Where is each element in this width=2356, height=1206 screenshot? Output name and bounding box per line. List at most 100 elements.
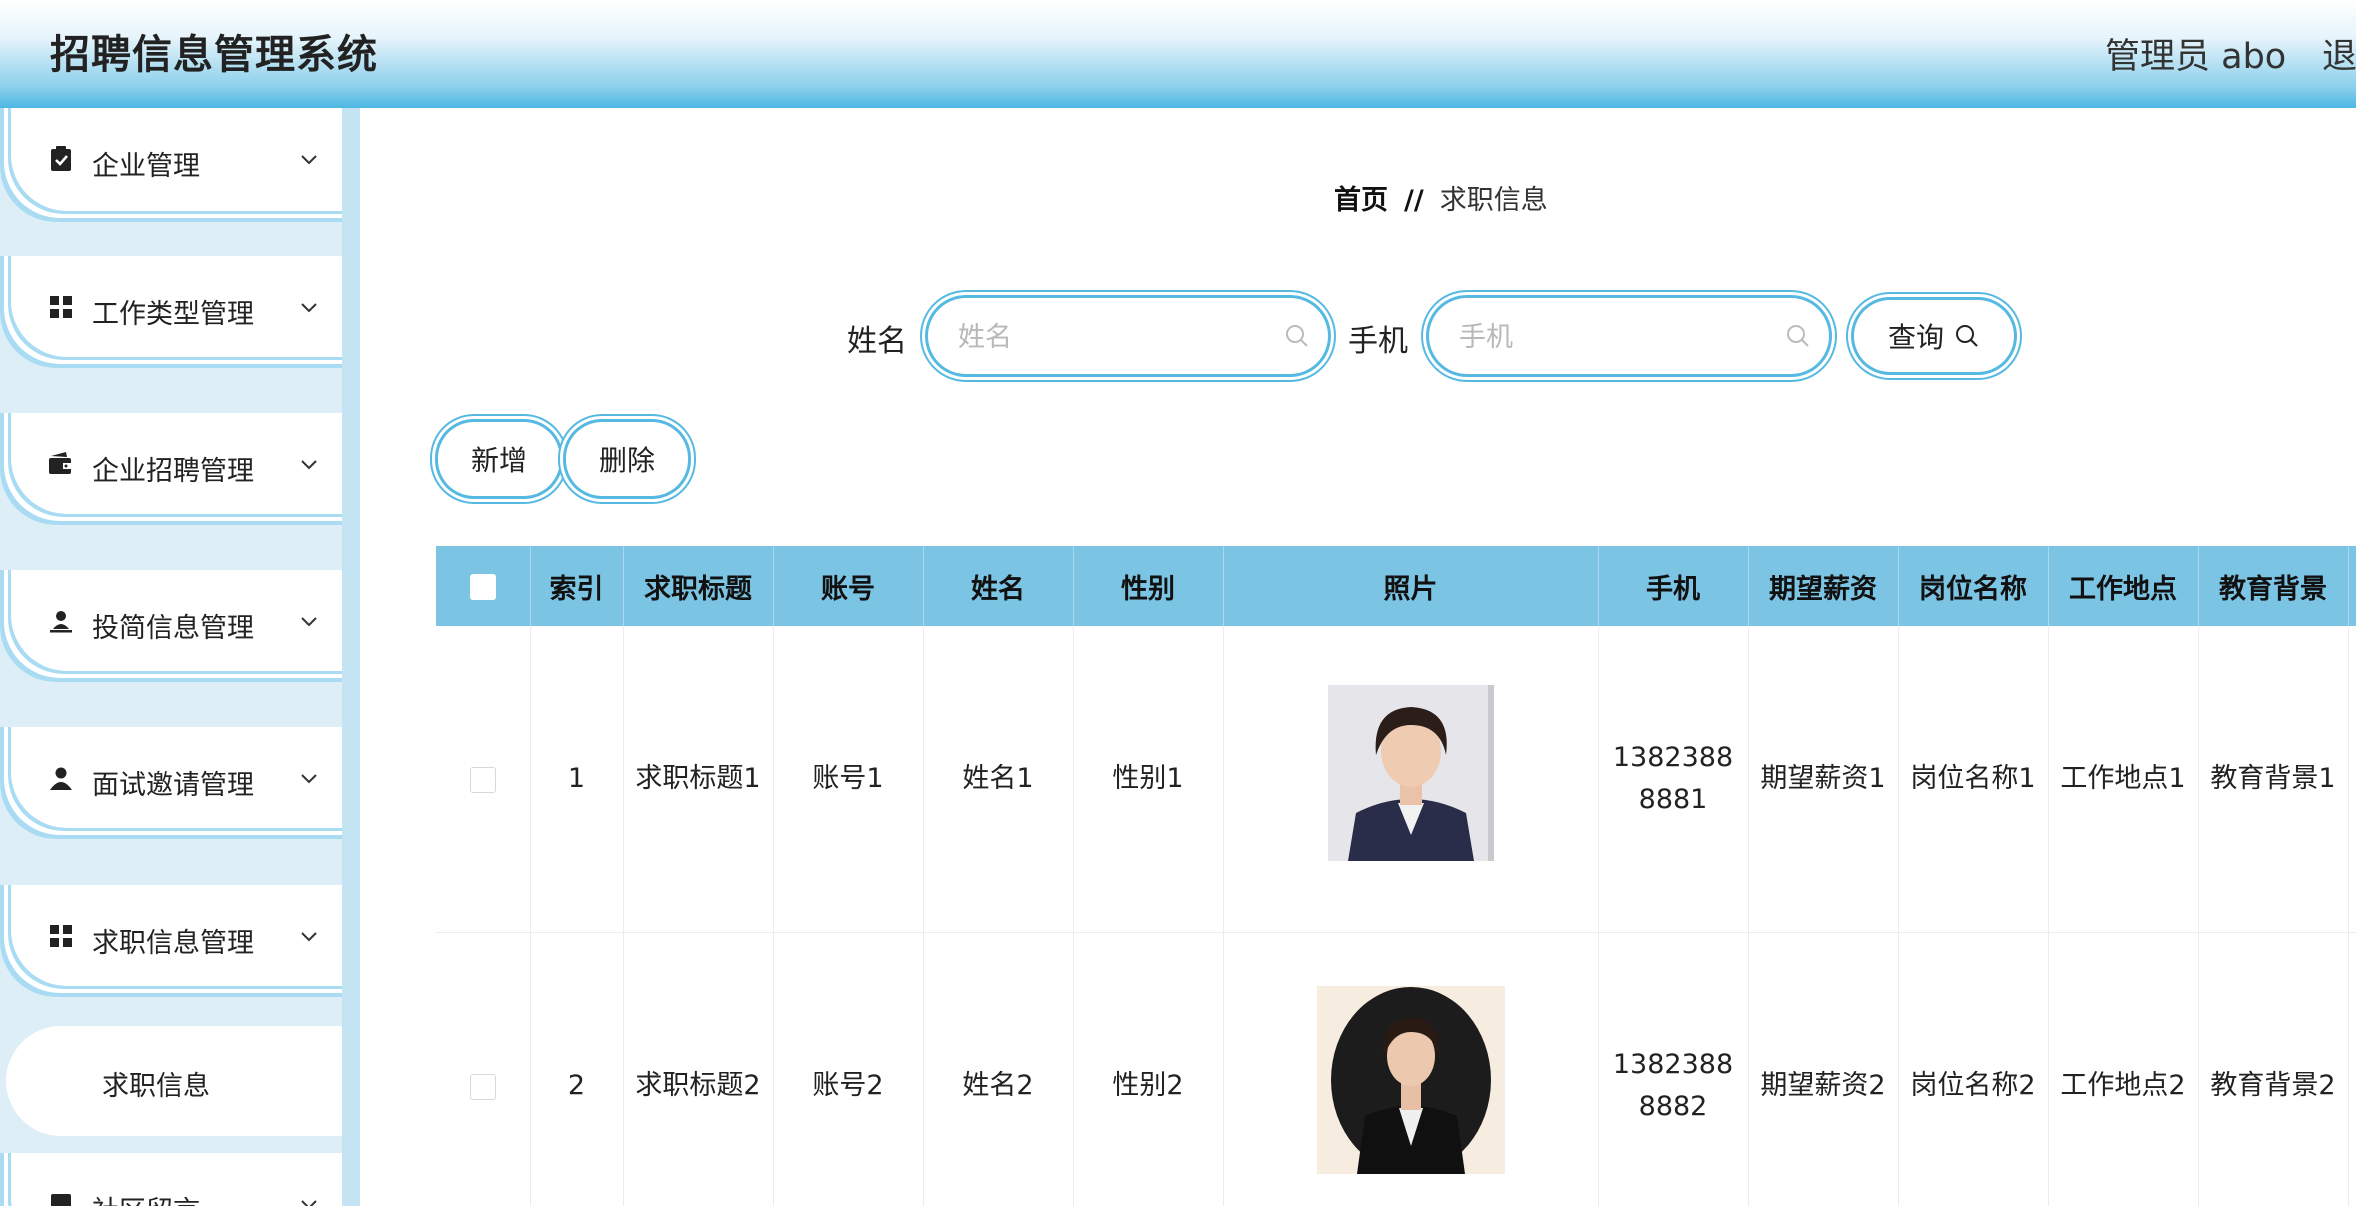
profile-photo — [1316, 985, 1505, 1174]
column-header: 工作地点 — [2048, 546, 2199, 626]
breadcrumb-home[interactable]: 首页 — [1334, 185, 1388, 216]
sidebar-item-job-type[interactable]: 工作类型管理 — [0, 256, 342, 368]
sidebar-item-label: 求职信息管理 — [92, 928, 254, 959]
cell-account: 账号2 — [773, 932, 924, 1206]
column-header: 期望薪资 — [1748, 546, 1899, 626]
column-header: 照片 — [1223, 546, 1599, 626]
sidebar-item-label: 企业招聘管理 — [92, 456, 254, 487]
grid-icon — [48, 294, 74, 320]
column-header: 性别 — [1073, 546, 1224, 626]
cell-photo — [1223, 932, 1599, 1206]
main-content: 首页 // 求职信息 姓名 手机 查询 新增 删除 索引 求职标题 — [360, 108, 2356, 1206]
chevron-down-icon — [301, 617, 317, 627]
name-search-label: 姓名 — [847, 324, 907, 359]
cell-position: 岗位名称1 — [1898, 626, 2049, 933]
column-header: 手机 — [1598, 546, 1749, 626]
column-header: 教育背景 — [2198, 546, 2349, 626]
sidebar-item-label: 投简信息管理 — [92, 613, 254, 644]
profile-photo — [1327, 684, 1494, 861]
column-header: 岗位名称 — [1898, 546, 2049, 626]
cell-education: 教育背景1 — [2198, 626, 2349, 933]
data-table: 索引 求职标题 账号 姓名 性别 照片 手机 期望薪资 岗位名称 工作地点 教育… — [436, 546, 2356, 1206]
row-select-cell[interactable] — [436, 626, 531, 933]
sidebar-item-company[interactable]: 企业管理 — [0, 108, 342, 222]
search-icon — [1787, 325, 1809, 347]
search-icon — [1956, 325, 1978, 347]
user-icon — [48, 765, 74, 791]
row-checkbox[interactable] — [469, 766, 496, 793]
cell-overflow — [2348, 626, 2356, 933]
row-checkbox[interactable] — [469, 1073, 496, 1100]
cell-location: 工作地点2 — [2048, 932, 2199, 1206]
phone-search-input[interactable] — [1457, 316, 1781, 358]
clipboard-icon — [48, 146, 74, 172]
breadcrumb-current: 求职信息 — [1439, 185, 1548, 216]
sidebar-item-recruitment[interactable]: 企业招聘管理 — [0, 413, 342, 525]
cell-phone: 13823888881 — [1598, 626, 1749, 933]
grid-icon — [48, 923, 74, 949]
delete-button[interactable]: 删除 — [566, 422, 688, 496]
cell-title: 求职标题1 — [623, 626, 774, 933]
query-button[interactable]: 查询 — [1854, 300, 2014, 372]
wallet-icon — [48, 451, 74, 477]
sidebar-item-interview[interactable]: 面试邀请管理 — [0, 727, 342, 839]
cell-position: 岗位名称2 — [1898, 932, 2049, 1206]
phone-search-field[interactable] — [1429, 298, 1829, 374]
breadcrumb-separator: // — [1404, 185, 1424, 216]
column-header-overflow — [2348, 546, 2356, 626]
sidebar-item-community[interactable]: 社区留言 — [0, 1153, 342, 1206]
user-upload-icon — [48, 608, 74, 634]
column-header: 姓名 — [923, 546, 1074, 626]
sidebar-item-job-seeking[interactable]: 求职信息管理 — [0, 885, 342, 997]
chevron-down-icon — [301, 774, 317, 784]
submenu-item-job-info[interactable]: 求职信息 — [6, 1026, 342, 1136]
sidebar-item-label: 面试邀请管理 — [92, 770, 254, 801]
chevron-down-icon — [301, 155, 317, 165]
chevron-down-icon — [301, 932, 317, 942]
table-row: 2 求职标题2 账号2 姓名2 性别2 13823888882 期望薪资2 岗位… — [436, 932, 2356, 1206]
logout-link[interactable]: 退出 — [2322, 28, 2356, 79]
cell-photo — [1223, 626, 1599, 933]
sidebar-item-label: 企业管理 — [92, 151, 200, 182]
admin-username: 管理员 abo — [2105, 37, 2287, 77]
select-all-cell[interactable] — [436, 546, 531, 626]
query-button-label: 查询 — [1887, 321, 1944, 354]
cell-salary: 期望薪资2 — [1748, 932, 1899, 1206]
cell-name: 姓名1 — [923, 626, 1074, 933]
name-search-field[interactable] — [928, 298, 1328, 374]
phone-search-label: 手机 — [1348, 324, 1408, 359]
sidebar-scroll-edge — [342, 108, 360, 1206]
cell-title: 求职标题2 — [623, 932, 774, 1206]
table-row: 1 求职标题1 账号1 姓名1 性别1 13823888881 期望薪资1 岗位… — [436, 626, 2356, 933]
sidebar-item-label: 社区留言 — [92, 1189, 200, 1206]
cell-gender: 性别2 — [1073, 932, 1224, 1206]
top-header: 招聘信息管理系统 管理员 abo 退出 — [0, 0, 2356, 108]
cell-gender: 性别1 — [1073, 626, 1224, 933]
cell-overflow — [2348, 932, 2356, 1206]
add-button[interactable]: 新增 — [438, 422, 560, 496]
search-icon — [1286, 325, 1308, 347]
cell-index: 1 — [530, 626, 624, 933]
cell-index: 2 — [530, 932, 624, 1206]
chat-icon — [48, 1191, 74, 1206]
row-select-cell[interactable] — [436, 932, 531, 1206]
table-header-row: 索引 求职标题 账号 姓名 性别 照片 手机 期望薪资 岗位名称 工作地点 教育… — [436, 546, 2356, 626]
name-search-input[interactable] — [956, 316, 1280, 358]
cell-education: 教育背景2 — [2198, 932, 2349, 1206]
app-title: 招聘信息管理系统 — [50, 32, 378, 78]
sidebar: 企业管理 工作类型管理 企业招聘管理 投简信息管理 面试邀请管理 求职信息管理 … — [0, 108, 360, 1206]
column-header: 账号 — [773, 546, 924, 626]
chevron-down-icon — [301, 1200, 317, 1206]
cell-location: 工作地点1 — [2048, 626, 2199, 933]
cell-account: 账号1 — [773, 626, 924, 933]
column-header: 求职标题 — [623, 546, 774, 626]
submenu-item-label: 求职信息 — [102, 1071, 210, 1102]
column-header: 索引 — [530, 546, 624, 626]
select-all-checkbox[interactable] — [469, 574, 496, 600]
cell-name: 姓名2 — [923, 932, 1074, 1206]
sidebar-item-resume[interactable]: 投简信息管理 — [0, 570, 342, 682]
breadcrumb: 首页 // 求职信息 — [1334, 178, 1548, 217]
chevron-down-icon — [301, 303, 317, 313]
chevron-down-icon — [301, 460, 317, 470]
cell-phone: 13823888882 — [1598, 932, 1749, 1206]
